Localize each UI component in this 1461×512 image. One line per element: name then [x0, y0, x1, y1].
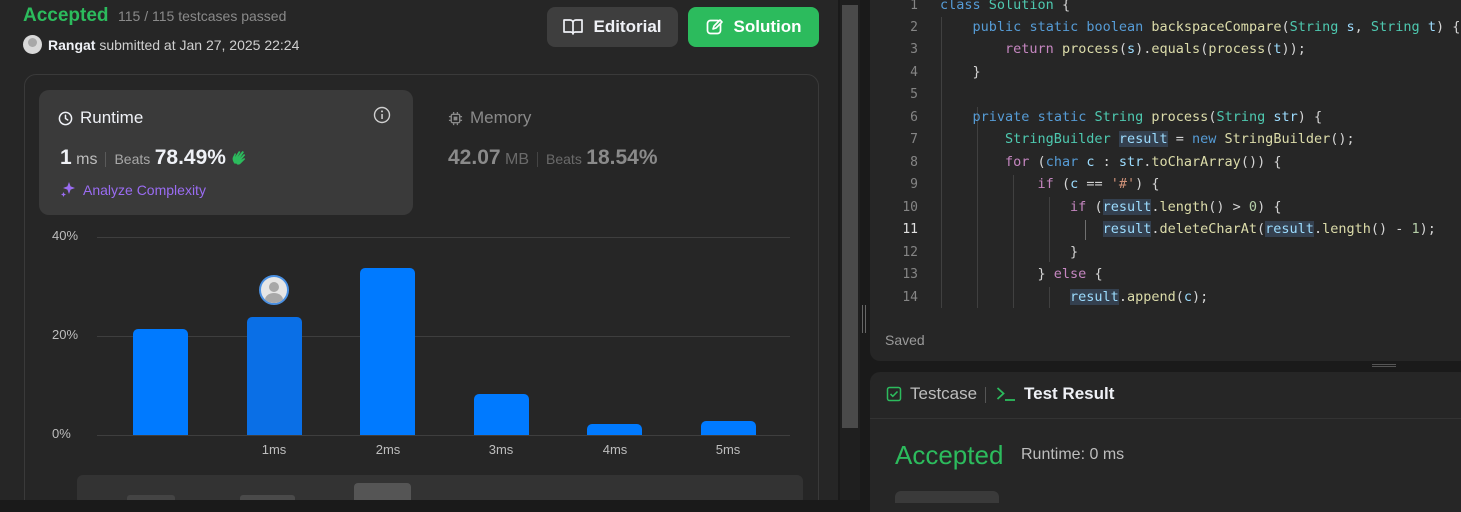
memory-value: 42.07: [448, 146, 501, 169]
code-line: for (char c : str.toCharArray()) {: [1005, 154, 1282, 170]
divider: [537, 152, 539, 168]
user-avatar-marker: [259, 275, 289, 305]
submitted-time: submitted at Jan 27, 2025 22:24: [99, 37, 300, 53]
line-number: 11: [902, 222, 918, 237]
editorial-label: Editorial: [593, 17, 662, 36]
memory-unit: MB: [505, 151, 530, 168]
line-number: 2: [910, 20, 918, 35]
memory-tab[interactable]: Memory: [448, 108, 531, 128]
info-icon[interactable]: [373, 106, 391, 129]
strip-block: [240, 495, 295, 500]
code-line: StringBuilder result = new StringBuilder…: [1005, 131, 1355, 147]
runtime-unit: ms: [76, 151, 98, 168]
checkbox-icon: [886, 386, 902, 402]
line-number: 7: [910, 132, 918, 147]
line-number: 8: [910, 155, 918, 170]
tab-test-result[interactable]: Test Result: [996, 384, 1114, 404]
line-number: 12: [902, 245, 918, 260]
scrollbar-thumb[interactable]: [842, 5, 858, 428]
code-line: private static String process(String str…: [972, 109, 1323, 125]
testcases-summary: 115 / 115 testcases passed: [118, 8, 287, 24]
submitter-info: Rangat submitted at Jan 27, 2025 22:24: [48, 37, 299, 53]
line-number: 6: [910, 110, 918, 125]
memory-stats: 42.07 MB Beats 18.54%: [448, 146, 658, 170]
line-number: 9: [910, 177, 918, 192]
edit-icon: [706, 19, 723, 35]
code-distribution-strip: [77, 475, 803, 500]
gridline: [97, 237, 790, 238]
gridline: [97, 336, 790, 337]
runtime-beats-label: Beats: [114, 151, 151, 167]
submission-panel: Accepted 115 / 115 testcases passed Rang…: [0, 0, 838, 500]
code-line: } else {: [940, 266, 1103, 282]
bar-0ms[interactable]: [133, 329, 188, 435]
line-number: 4: [910, 65, 918, 80]
username-link[interactable]: Rangat: [48, 37, 95, 53]
gridline: [97, 435, 790, 436]
analyze-complexity-link[interactable]: Analyze Complexity: [60, 181, 206, 198]
tab-testcase-label: Testcase: [910, 384, 978, 403]
runtime-beats: 78.49%: [154, 146, 226, 169]
editor-save-status: Saved: [885, 332, 925, 348]
y-tick-label: 20%: [52, 327, 79, 342]
terminal-icon: [996, 387, 1015, 401]
code-line: public static boolean backspaceCompare(S…: [972, 19, 1461, 35]
memory-beats-label: Beats: [546, 151, 582, 167]
divider: [105, 152, 107, 168]
strip-block: [354, 483, 411, 500]
solution-label: Solution: [733, 17, 802, 36]
test-result-status: Accepted: [895, 440, 1004, 470]
resize-handle[interactable]: [862, 305, 866, 333]
bar-2ms[interactable]: [360, 268, 415, 435]
tab-divider: [985, 387, 986, 403]
solution-button[interactable]: Solution: [688, 7, 819, 47]
y-tick-label: 40%: [52, 228, 79, 243]
tab-testcase[interactable]: Testcase: [886, 384, 977, 404]
x-tick-label: 3ms: [488, 442, 514, 457]
x-tick-label: 5ms: [715, 442, 741, 457]
code-line: result.append(c);: [1070, 289, 1209, 305]
case-tab[interactable]: [895, 491, 999, 503]
line-number: 1: [910, 0, 918, 13]
runtime-title: Runtime: [58, 108, 143, 128]
y-tick-label: 0%: [52, 426, 71, 441]
line-number: 13: [902, 267, 918, 282]
panel-resize-handle[interactable]: [1372, 364, 1396, 367]
memory-beats: 18.54%: [586, 146, 658, 169]
line-number: 3: [910, 42, 918, 57]
strip-block: [127, 495, 175, 500]
x-tick-label: 1ms: [261, 442, 287, 457]
avatar[interactable]: [23, 35, 42, 54]
x-tick-label: 4ms: [602, 442, 628, 457]
code-line: result.deleteCharAt(result.length() - 1)…: [1102, 221, 1436, 237]
sparkle-icon: [61, 182, 75, 197]
x-tick-label: 2ms: [375, 442, 401, 457]
code-line: if (result.length() > 0) {: [1070, 199, 1282, 215]
analyze-label: Analyze Complexity: [83, 181, 206, 198]
code-line: }: [940, 64, 981, 80]
clock-icon: [58, 111, 73, 125]
bar-3ms[interactable]: [474, 394, 529, 435]
chip-icon: [448, 111, 463, 125]
submission-status: Accepted: [23, 5, 109, 26]
bar-5ms[interactable]: [701, 421, 756, 435]
bar-1ms[interactable]: [247, 317, 302, 435]
code-line: class Solution {: [940, 0, 1071, 13]
tab-test-result-label: Test Result: [1024, 384, 1115, 403]
editorial-button[interactable]: Editorial: [547, 7, 678, 47]
line-number: 14: [902, 290, 918, 305]
runtime-value: 1: [60, 146, 72, 169]
code-line: if (c == '#') {: [1037, 176, 1160, 192]
line-number: 10: [902, 200, 918, 215]
line-number: 5: [910, 87, 918, 102]
code-line: }: [940, 244, 1079, 260]
runtime-stats: 1 ms Beats 78.49%: [60, 146, 250, 170]
clap-icon: [233, 151, 246, 165]
book-icon: [563, 19, 584, 35]
code-line: return process(s).equals(process(t));: [1005, 41, 1306, 57]
test-result-runtime: Runtime: 0 ms: [1021, 446, 1125, 463]
bar-4ms[interactable]: [587, 424, 642, 435]
